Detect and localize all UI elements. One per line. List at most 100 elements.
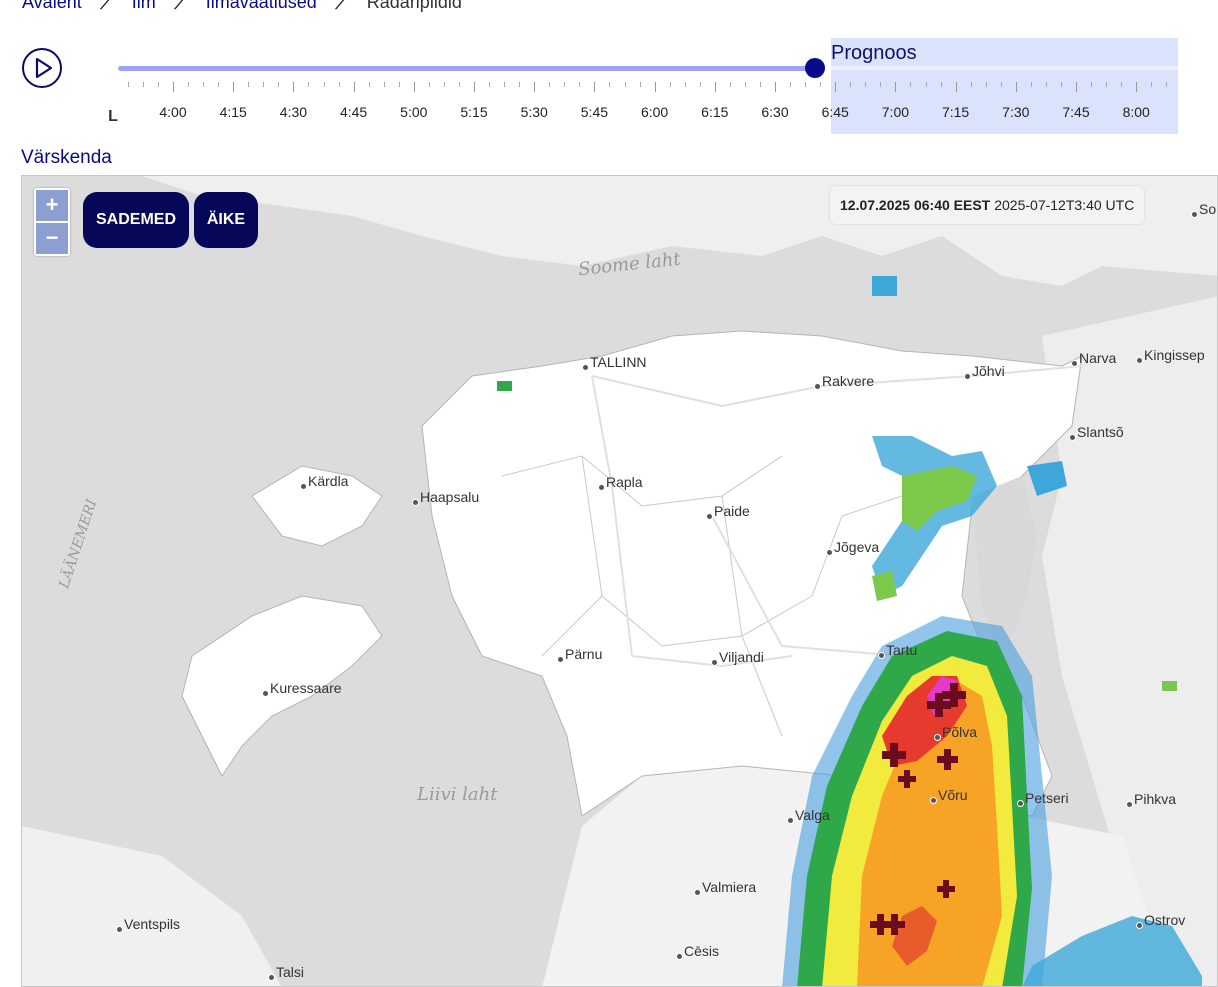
timeline-tick [624, 82, 626, 87]
timeline-tick [654, 82, 656, 92]
timeline-tick [609, 82, 611, 87]
place-dot [787, 817, 794, 824]
place-dot [706, 513, 713, 520]
timeline-tick [925, 82, 927, 87]
breadcrumb-separator: / [331, 0, 353, 14]
place-label: Cēsis [684, 943, 720, 959]
timeline-tick [1091, 82, 1093, 87]
timestamp-local: 12.07.2025 06:40 EEST [840, 197, 991, 213]
timeline-time-label[interactable]: 5:30 [521, 104, 548, 120]
timeline-tick [985, 82, 987, 87]
place-dot [1136, 357, 1143, 364]
place-label: Talsi [276, 964, 305, 980]
timeline-start-label: L [108, 108, 118, 125]
timeline-time-label[interactable]: 7:00 [882, 104, 909, 120]
timeline-tick [308, 82, 310, 87]
place-dot [1069, 434, 1076, 441]
timeline-tick [263, 82, 265, 87]
timeline-tick [218, 82, 220, 87]
place-label: Jõgeva [834, 539, 880, 555]
timeline-tick [744, 82, 746, 87]
radar-map[interactable]: + − SADEMED ÄIKE 12.07.2025 06:40 EEST 2… [21, 175, 1218, 987]
timeline-time-label[interactable]: 5:00 [400, 104, 427, 120]
timeline-tick [955, 82, 957, 92]
timeline-time-label[interactable]: 8:00 [1123, 104, 1150, 120]
place-dot [964, 373, 971, 380]
timeline-tick [383, 82, 385, 87]
forecast-track [831, 66, 1178, 70]
refresh-link[interactable]: Värskenda [21, 147, 112, 169]
timeline-tick [127, 82, 129, 87]
place-label: Kuressaare [270, 680, 342, 696]
place-dot [1071, 360, 1078, 367]
timeline-tick [534, 82, 536, 92]
breadcrumb: Avaleht / Ilm / Ilmavaatlused / Radaripi… [22, 0, 462, 14]
zoom-control: + − [34, 188, 70, 256]
timeline-tick [699, 82, 701, 87]
timeline-tick [639, 82, 641, 87]
place-label: Pärnu [565, 646, 603, 662]
timeline-ticks [100, 82, 1190, 98]
timeline-tick [790, 82, 792, 87]
breadcrumb-separator: / [96, 0, 118, 14]
timeline-tick [564, 82, 566, 87]
timeline-tick [820, 82, 822, 87]
timeline-time-label[interactable]: 7:45 [1062, 104, 1089, 120]
timeline-tick [1045, 82, 1047, 87]
breadcrumb-current: Radaripildid [366, 0, 462, 12]
place-dot [694, 889, 701, 896]
timeline-tick [880, 82, 882, 87]
timeline-tick [865, 82, 867, 87]
breadcrumb-separator: / [170, 0, 192, 14]
play-button[interactable] [22, 48, 62, 88]
place-label: Petseri [1025, 790, 1069, 806]
place-dot [814, 383, 821, 390]
timeline-tick [895, 82, 897, 92]
layer-precipitation-button[interactable]: SADEMED [83, 192, 189, 248]
timeline-tick [353, 82, 355, 92]
timeline-tick [1106, 82, 1108, 87]
timeline-tick [489, 82, 491, 87]
place-dot [676, 953, 683, 960]
timeline-tick [1121, 82, 1123, 87]
timeline-tick [1166, 82, 1168, 87]
timeline-tick [188, 82, 190, 87]
breadcrumb-home[interactable]: Avaleht [22, 0, 82, 13]
timeline-tick [940, 82, 942, 87]
timeline-tick [413, 82, 415, 92]
zoom-in-button[interactable]: + [36, 190, 68, 221]
timeline-time-label[interactable]: 6:15 [701, 104, 728, 120]
breadcrumb-observations[interactable]: Ilmavaatlused [206, 0, 317, 13]
timeline-tick [579, 82, 581, 87]
timeline-time-label[interactable]: 6:30 [761, 104, 788, 120]
timeline-time-label[interactable]: 4:45 [340, 104, 367, 120]
timeline-time-label[interactable]: 5:45 [581, 104, 608, 120]
place-dot [934, 734, 941, 741]
timeline-handle[interactable] [805, 58, 825, 78]
layer-lightning-button[interactable]: ÄIKE [194, 192, 258, 248]
place-label: Jõhvi [972, 363, 1005, 379]
zoom-out-button[interactable]: − [36, 223, 68, 254]
timeline-time-label[interactable]: 7:15 [942, 104, 969, 120]
sea-label: Liivi laht [417, 784, 498, 805]
timeline-time-label[interactable]: 4:30 [280, 104, 307, 120]
timeline-time-label[interactable]: 4:15 [220, 104, 247, 120]
place-label: So [1199, 201, 1217, 217]
timeline-tick [157, 82, 159, 87]
timeline-time-label[interactable]: 6:45 [822, 104, 849, 120]
timeline-tick [970, 82, 972, 87]
timeline-tick [1030, 82, 1032, 87]
timeline-tick [323, 82, 325, 87]
timeline-time-label[interactable]: 7:30 [1002, 104, 1029, 120]
timeline-track[interactable] [118, 66, 815, 71]
timeline-slider[interactable]: Prognoos L 4:00 4:15 4:30 4:45 5:00 5:15 5:30 5… [100, 36, 1190, 136]
timeline-tick [248, 82, 250, 87]
timeline-time-label[interactable]: 5:15 [460, 104, 487, 120]
timeline-tick [669, 82, 671, 87]
place-label: Paide [714, 503, 750, 519]
timeline-time-label[interactable]: 6:00 [641, 104, 668, 120]
place-label: Kingissep [1144, 347, 1205, 363]
place-label: Kärdla [308, 473, 349, 489]
timeline-time-label[interactable]: 4:00 [159, 104, 186, 120]
play-icon [35, 58, 53, 78]
